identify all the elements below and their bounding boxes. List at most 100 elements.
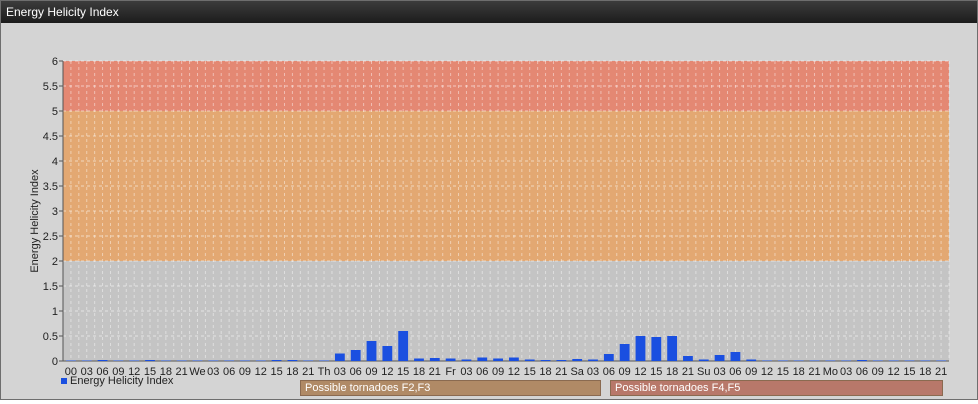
bar (66, 360, 76, 361)
bar (129, 360, 140, 361)
bar (730, 352, 741, 361)
bar (366, 341, 377, 361)
bar (572, 359, 583, 361)
x-tick-label: 12 (381, 366, 393, 378)
bar (113, 360, 124, 361)
bar (635, 336, 646, 361)
x-tick-label: 06 (856, 366, 868, 378)
bar (698, 359, 709, 361)
bar (414, 358, 424, 361)
bar (176, 360, 187, 361)
bar (872, 360, 883, 361)
y-tick-label: 2.5 (43, 231, 58, 243)
chart-legend[interactable]: Energy Helicity Index (61, 375, 173, 387)
bar (603, 354, 614, 361)
x-tick-label: 15 (397, 366, 409, 378)
bar (398, 331, 409, 361)
bar (334, 353, 345, 361)
y-axis-title: Energy Helicity Index (29, 169, 41, 273)
bar (651, 337, 662, 361)
bar (461, 359, 472, 361)
bar (287, 360, 298, 361)
bar (382, 346, 393, 361)
x-tick-label: 21 (555, 366, 567, 378)
x-tick-label: 09 (745, 366, 757, 378)
x-tick-label: 06 (603, 366, 615, 378)
x-tick-label: 12 (761, 366, 773, 378)
x-tick-label: 12 (255, 366, 267, 378)
bar (429, 358, 440, 361)
legend-label: Energy Helicity Index (70, 375, 174, 387)
bar (619, 344, 630, 361)
x-tick-label: 18 (286, 366, 298, 378)
x-tick-label: 21 (935, 366, 947, 378)
x-tick-label: 03 (840, 366, 852, 378)
y-tick-label: 6 (52, 56, 58, 68)
bar (240, 360, 250, 361)
bar (746, 359, 757, 361)
x-tick-label: 15 (777, 366, 789, 378)
x-tick-label: 15 (903, 366, 915, 378)
x-tick-label: Th (318, 366, 331, 378)
x-tick-label: 12 (508, 366, 520, 378)
x-tick-label: 03 (334, 366, 346, 378)
bar (224, 360, 235, 361)
bar (793, 360, 804, 361)
bar (904, 360, 915, 361)
y-tick-label: 5 (52, 106, 58, 118)
bar (714, 355, 725, 361)
bar (683, 356, 693, 361)
annotation-f2-f3: Possible tornadoes F2,F3 (300, 380, 601, 396)
bar (920, 360, 931, 361)
x-tick-label: 21 (176, 366, 188, 378)
x-tick-label: 15 (524, 366, 536, 378)
x-tick-label: 06 (223, 366, 235, 378)
x-tick-label: 18 (413, 366, 425, 378)
bar (160, 360, 171, 361)
x-tick-label: 03 (460, 366, 472, 378)
y-tick-label: 2 (52, 256, 58, 268)
y-tick-label: 5.5 (43, 81, 58, 93)
x-tick-label: 21 (682, 366, 694, 378)
y-tick-label: 0 (52, 356, 58, 368)
bar (588, 359, 598, 361)
bar (667, 336, 678, 361)
x-tick-label: 12 (888, 366, 900, 378)
x-tick-label: 03 (713, 366, 725, 378)
x-tick-label: 21 (808, 366, 820, 378)
bar (145, 360, 155, 361)
window-title: Energy Helicity Index (1, 1, 977, 23)
energy-helicity-chart: 0 0.5 1 1.5 2 2.5 3 3.5 4 4.5 5 5.5 6 Energy Helicity… (29, 56, 950, 378)
x-tick-label: 03 (587, 366, 599, 378)
bar (524, 359, 535, 361)
bar (477, 357, 488, 361)
y-tick-label: 3 (52, 206, 58, 218)
bar (556, 360, 567, 361)
x-tick-label: We (189, 366, 205, 378)
bar (936, 360, 946, 361)
y-tick-label: 4 (52, 156, 58, 168)
x-tick-label: 09 (619, 366, 631, 378)
bar (445, 358, 456, 361)
bar (825, 360, 836, 361)
bar (777, 360, 788, 361)
bar (888, 360, 899, 361)
bar (540, 360, 551, 361)
chart-window: Energy Helicity Index 0 0.5 1 1.5 2 2.5 3 3.5 4 4… (0, 0, 978, 400)
annotation-f4-f5: Possible tornadoes F4,F5 (610, 380, 943, 396)
bar (255, 360, 266, 361)
bar (350, 350, 361, 361)
y-tick-label: 3.5 (43, 181, 58, 193)
x-tick-label: 15 (650, 366, 662, 378)
chart-area: 0 0.5 1 1.5 2 2.5 3 3.5 4 4.5 5 5.5 6 Energy Helicity… (1, 23, 977, 399)
bar (271, 360, 282, 361)
x-tick-label: 09 (365, 366, 377, 378)
x-tick-label: Su (697, 366, 710, 378)
bar (303, 360, 314, 361)
x-tick-label: 18 (919, 366, 931, 378)
bar (762, 360, 772, 361)
x-tick-label: 09 (872, 366, 884, 378)
y-tick-label: 4.5 (43, 131, 58, 143)
x-tick-label: 18 (793, 366, 805, 378)
bar (192, 360, 203, 361)
